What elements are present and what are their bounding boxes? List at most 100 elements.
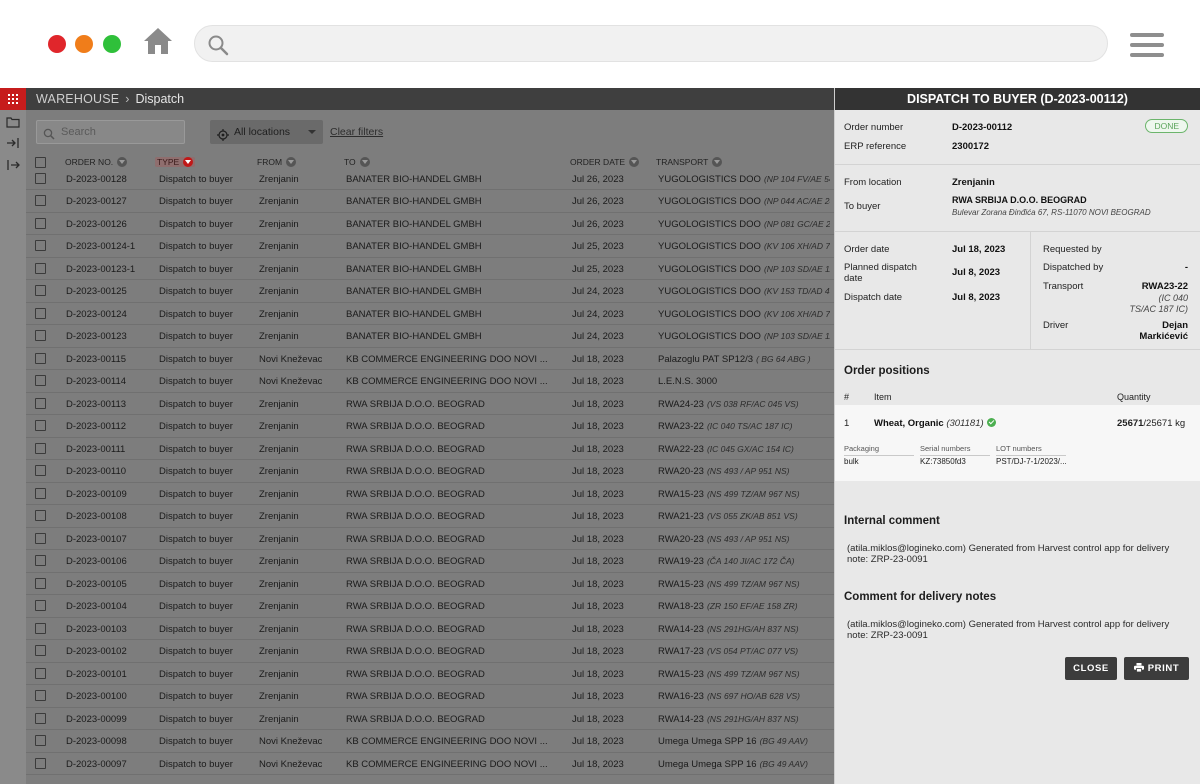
column-transport[interactable]: TRANSPORT bbox=[656, 157, 723, 167]
row-checkbox[interactable] bbox=[35, 735, 46, 746]
table-row[interactable]: D-2023-00106 Dispatch to buyer Zrenjanin RW… bbox=[26, 550, 834, 573]
table-row[interactable]: D-2023-00111 Dispatch to buyer Zrenjanin RW… bbox=[26, 438, 834, 460]
filter-icon[interactable] bbox=[359, 157, 370, 167]
row-checkbox[interactable] bbox=[35, 330, 46, 341]
folder-icon[interactable] bbox=[6, 115, 20, 129]
row-checkbox[interactable] bbox=[35, 555, 46, 566]
table-row[interactable]: D-2023-00127 Dispatch to buyer Zrenjanin BA… bbox=[26, 190, 834, 213]
row-checkbox[interactable] bbox=[35, 532, 46, 544]
filter-active-icon[interactable] bbox=[183, 157, 194, 167]
row-checkbox[interactable] bbox=[35, 397, 46, 409]
table-row[interactable]: D-2023-00104 Dispatch to buyer Zrenjanin RW… bbox=[26, 595, 834, 618]
table-row[interactable]: D-2023-00101 Dispatch to buyer Zrenjanin RW… bbox=[26, 663, 834, 685]
table-row[interactable]: D-2023-00097 Dispatch to buyer Novi Knežev… bbox=[26, 753, 834, 775]
address-bar[interactable] bbox=[194, 25, 1108, 62]
table-row[interactable]: D-2023-00124-1 Dispatch to buyer Zrenjanin… bbox=[26, 235, 834, 258]
column-to[interactable]: TO bbox=[344, 157, 370, 167]
filter-icon[interactable] bbox=[712, 157, 723, 167]
table-row[interactable]: D-2023-00112 Dispatch to buyer Zrenjanin RW… bbox=[26, 415, 834, 438]
row-checkbox[interactable] bbox=[35, 577, 46, 589]
cell-transport: YUGOLOGISTICS DOO(KV 106 XH/AD 741 KV) bbox=[658, 241, 830, 252]
cell-transport-plate: (IC 045 GX/AC 154 IC) bbox=[706, 443, 794, 454]
table-row[interactable]: D-2023-00124 Dispatch to buyer Zrenjanin BA… bbox=[26, 303, 834, 325]
cell-order-date: Jul 24, 2023 bbox=[572, 331, 624, 342]
table-row[interactable]: D-2023-00102 Dispatch to buyer Zrenjanin RW… bbox=[26, 640, 834, 663]
table-row[interactable]: D-2023-00113 Dispatch to buyer Zrenjanin RW… bbox=[26, 393, 834, 415]
select-all-checkbox[interactable] bbox=[35, 157, 46, 168]
cell-type: Dispatch to buyer bbox=[159, 308, 233, 320]
row-checkbox[interactable] bbox=[35, 352, 46, 364]
table-row[interactable]: D-2023-00115 Dispatch to buyer Novi Knežev… bbox=[26, 348, 834, 370]
table-row[interactable]: D-2023-00126 Dispatch to buyer Zrenjanin BA… bbox=[26, 213, 834, 235]
row-checkbox[interactable] bbox=[35, 712, 46, 724]
cell-from: Zrenjanin bbox=[259, 578, 299, 590]
row-checkbox[interactable] bbox=[35, 622, 46, 634]
row-checkbox[interactable] bbox=[35, 262, 46, 274]
cell-order-date: Jul 18, 2023 bbox=[572, 488, 624, 500]
cell-type: Dispatch to buyer bbox=[159, 556, 233, 567]
apps-grid-icon[interactable] bbox=[0, 88, 26, 110]
cell-to: KB COMMERCE ENGINEERING DOO NOVI ... bbox=[346, 353, 548, 365]
row-checkbox[interactable] bbox=[35, 240, 46, 251]
table-row[interactable]: D-2023-00103 Dispatch to buyer Zrenjanin RW… bbox=[26, 618, 834, 640]
cell-transport-plate: (BG 49 AAV) bbox=[759, 736, 808, 746]
table-row[interactable]: D-2023-00108 Dispatch to buyer Zrenjanin RW… bbox=[26, 505, 834, 528]
table-row[interactable]: D-2023-00114 Dispatch to buyer Novi Knežev… bbox=[26, 370, 834, 393]
row-checkbox[interactable] bbox=[35, 510, 46, 521]
position-quantity-total: /25671 kg bbox=[1143, 418, 1186, 429]
cell-transport-name: YUGOLOGISTICS DOO bbox=[658, 241, 761, 252]
row-checkbox[interactable] bbox=[35, 645, 46, 656]
table-row[interactable]: D-2023-00099 Dispatch to buyer Zrenjanin RW… bbox=[26, 708, 834, 730]
maximize-window-button[interactable] bbox=[103, 35, 121, 53]
column-type[interactable]: TYPE bbox=[155, 157, 196, 167]
cell-transport: RWA15-23 (NS 499 TZ/AM 967 NS) bbox=[658, 669, 800, 680]
filter-icon[interactable] bbox=[286, 157, 297, 167]
row-checkbox[interactable] bbox=[35, 690, 46, 701]
row-checkbox[interactable] bbox=[35, 307, 46, 319]
column-order-no-label: ORDER NO. bbox=[65, 157, 114, 167]
clear-filters-link[interactable]: Clear filters bbox=[330, 126, 383, 138]
row-checkbox[interactable] bbox=[35, 757, 46, 769]
row-checkbox[interactable] bbox=[35, 217, 46, 229]
table-row[interactable]: D-2023-00107 Dispatch to buyer Zrenjanin RW… bbox=[26, 528, 834, 550]
row-checkbox[interactable] bbox=[35, 375, 46, 386]
close-button[interactable]: CLOSE bbox=[1065, 657, 1117, 680]
minimize-window-button[interactable] bbox=[75, 35, 93, 53]
search-input[interactable]: Search bbox=[36, 120, 185, 144]
table-row[interactable]: D-2023-00098 Dispatch to buyer Novi Knežev… bbox=[26, 730, 834, 753]
row-checkbox[interactable] bbox=[35, 465, 46, 476]
row-checkbox[interactable] bbox=[35, 420, 46, 431]
import-icon[interactable] bbox=[6, 136, 20, 150]
table-row[interactable]: D-2023-00100 Dispatch to buyer Zrenjanin RW… bbox=[26, 685, 834, 708]
table-row[interactable]: D-2023-00123-1 Dispatch to buyer Zrenjanin… bbox=[26, 258, 834, 280]
column-from[interactable]: FROM bbox=[257, 157, 297, 167]
erp-reference-label: ERP reference bbox=[844, 141, 907, 152]
position-row[interactable]: 1 Wheat, Organic (301181) 25671/25671 kg… bbox=[835, 405, 1200, 481]
location-select[interactable]: All locations bbox=[210, 120, 323, 144]
filter-icon[interactable] bbox=[629, 157, 640, 167]
row-checkbox[interactable] bbox=[35, 173, 46, 184]
row-checkbox[interactable] bbox=[35, 285, 46, 296]
table-row[interactable]: D-2023-00110 Dispatch to buyer Zrenjanin RW… bbox=[26, 460, 834, 483]
row-checkbox[interactable] bbox=[35, 667, 46, 679]
table-row[interactable]: D-2023-00105 Dispatch to buyer Zrenjanin RW… bbox=[26, 573, 834, 595]
export-icon[interactable] bbox=[6, 158, 20, 172]
row-checkbox[interactable] bbox=[35, 600, 46, 611]
table-row[interactable]: D-2023-00128 Dispatch to buyer Zrenjanin BA… bbox=[26, 168, 834, 190]
row-checkbox[interactable] bbox=[35, 442, 46, 454]
table-row[interactable]: D-2023-00109 Dispatch to buyer Zrenjanin RW… bbox=[26, 483, 834, 505]
breadcrumb-root[interactable]: WAREHOUSE bbox=[36, 92, 119, 106]
print-button[interactable]: PRINT bbox=[1124, 657, 1189, 680]
menu-icon[interactable] bbox=[1130, 33, 1164, 57]
filter-icon[interactable] bbox=[117, 157, 128, 167]
table-row[interactable]: D-2023-00125 Dispatch to buyer Zrenjanin BA… bbox=[26, 280, 834, 303]
cell-order-no: D-2023-00104 bbox=[66, 601, 127, 612]
row-checkbox[interactable] bbox=[35, 195, 46, 206]
home-icon[interactable] bbox=[142, 26, 174, 56]
column-order-date[interactable]: ORDER DATE bbox=[570, 157, 640, 167]
column-order-no[interactable]: ORDER NO. bbox=[65, 157, 128, 167]
cell-transport-name: L.E.N.S. 3000 bbox=[658, 376, 718, 387]
table-row[interactable]: D-2023-00123 Dispatch to buyer Zrenjanin BA… bbox=[26, 325, 834, 348]
close-window-button[interactable] bbox=[48, 35, 66, 53]
row-checkbox[interactable] bbox=[35, 487, 46, 499]
